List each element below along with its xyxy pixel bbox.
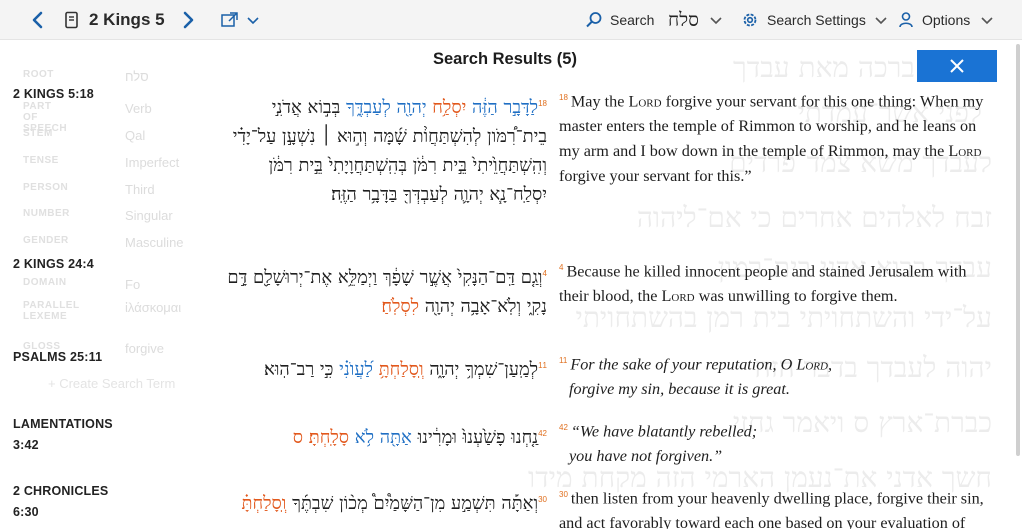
chevron-left-icon	[32, 11, 43, 29]
options-button[interactable]: Options	[898, 0, 994, 40]
close-icon	[950, 59, 964, 73]
user-icon	[899, 12, 913, 28]
result-hebrew: 18לַדָּבָ֣ר הַזֶּ֔ה יִסְלַ֥ח יְהוָ֖ה לְע…	[232, 97, 547, 205]
search-label: Search	[610, 12, 655, 28]
open-in-panel-button[interactable]	[220, 0, 260, 40]
chevron-down-icon	[247, 17, 259, 25]
scrollbar[interactable]	[1016, 44, 1020, 456]
search-query-dropdown[interactable]: סלח	[668, 0, 723, 40]
chevron-right-icon	[183, 11, 194, 29]
reference-selector[interactable]: 2 Kings 5	[89, 0, 165, 40]
result-english: 11 For the sake of your reputation, O Lor…	[559, 355, 832, 399]
close-results-button[interactable]	[917, 50, 997, 82]
back-button[interactable]	[30, 0, 46, 40]
chevron-down-icon	[875, 17, 887, 25]
result-hebrew: 30וְאַתָּ֡ה תִּשְׁמַ֣ע מִן־הַשָּׁמַ֩יִם֩…	[241, 493, 547, 514]
external-link-icon	[221, 12, 238, 27]
book-icon[interactable]	[64, 0, 80, 40]
forward-button[interactable]	[180, 0, 196, 40]
bg-hebrew-line: זבח לאלהים אחרים כי אם־ליהוה	[636, 201, 992, 234]
reference-title: 2 Kings 5	[89, 10, 165, 29]
search-query: סלח	[668, 8, 699, 31]
result-english: 30 then listen from your heavenly dwellin…	[559, 489, 984, 529]
top-toolbar: 2 Kings 5 Search סלח Search Settings Opt…	[0, 0, 1022, 40]
result-hebrew: 4וְגַ֤ם דַּֽם־הַנָּקִי֙ אֲשֶׁ֣ר שָׁפָ֔ךְ…	[227, 267, 547, 317]
create-search-term-button: + Create Search Term	[48, 376, 176, 391]
result-reference[interactable]: LAMENTATIONS 3:42	[13, 414, 123, 456]
chevron-down-icon	[710, 17, 722, 25]
search-settings-button[interactable]: Search Settings	[741, 0, 888, 40]
result-hebrew: 11לְמַֽעַן־שִׁמְךָ֥ יְהוָ֑ה וְֽסָלַחְתָּ…	[264, 359, 547, 380]
result-english: 4 Because he killed innocent people and s…	[559, 262, 967, 306]
chevron-down-icon	[981, 17, 993, 25]
result-reference[interactable]: 2 KINGS 24:4	[13, 254, 94, 275]
result-english: 18 May the Lord forgive your servant for …	[559, 92, 984, 186]
result-reference[interactable]: PSALMS 25:11	[13, 347, 102, 368]
search-icon	[586, 12, 602, 28]
gear-icon	[743, 13, 757, 27]
results-title: Search Results (5)	[433, 50, 577, 68]
result-hebrew: 42נַ֤חְנוּ פָשַׁ֙עְנוּ֙ וּמָרִ֔ינוּ אַתָ…	[292, 427, 547, 448]
result-english: 42 “We have blatantly rebelled; you have n…	[559, 422, 758, 466]
options-label: Options	[922, 12, 971, 28]
result-reference[interactable]: 2 CHRONICLES 6:30	[13, 481, 123, 523]
result-reference[interactable]: 2 KINGS 5:18	[13, 84, 94, 105]
search-settings-label: Search Settings	[767, 12, 866, 28]
search-button[interactable]: Search	[585, 0, 654, 40]
